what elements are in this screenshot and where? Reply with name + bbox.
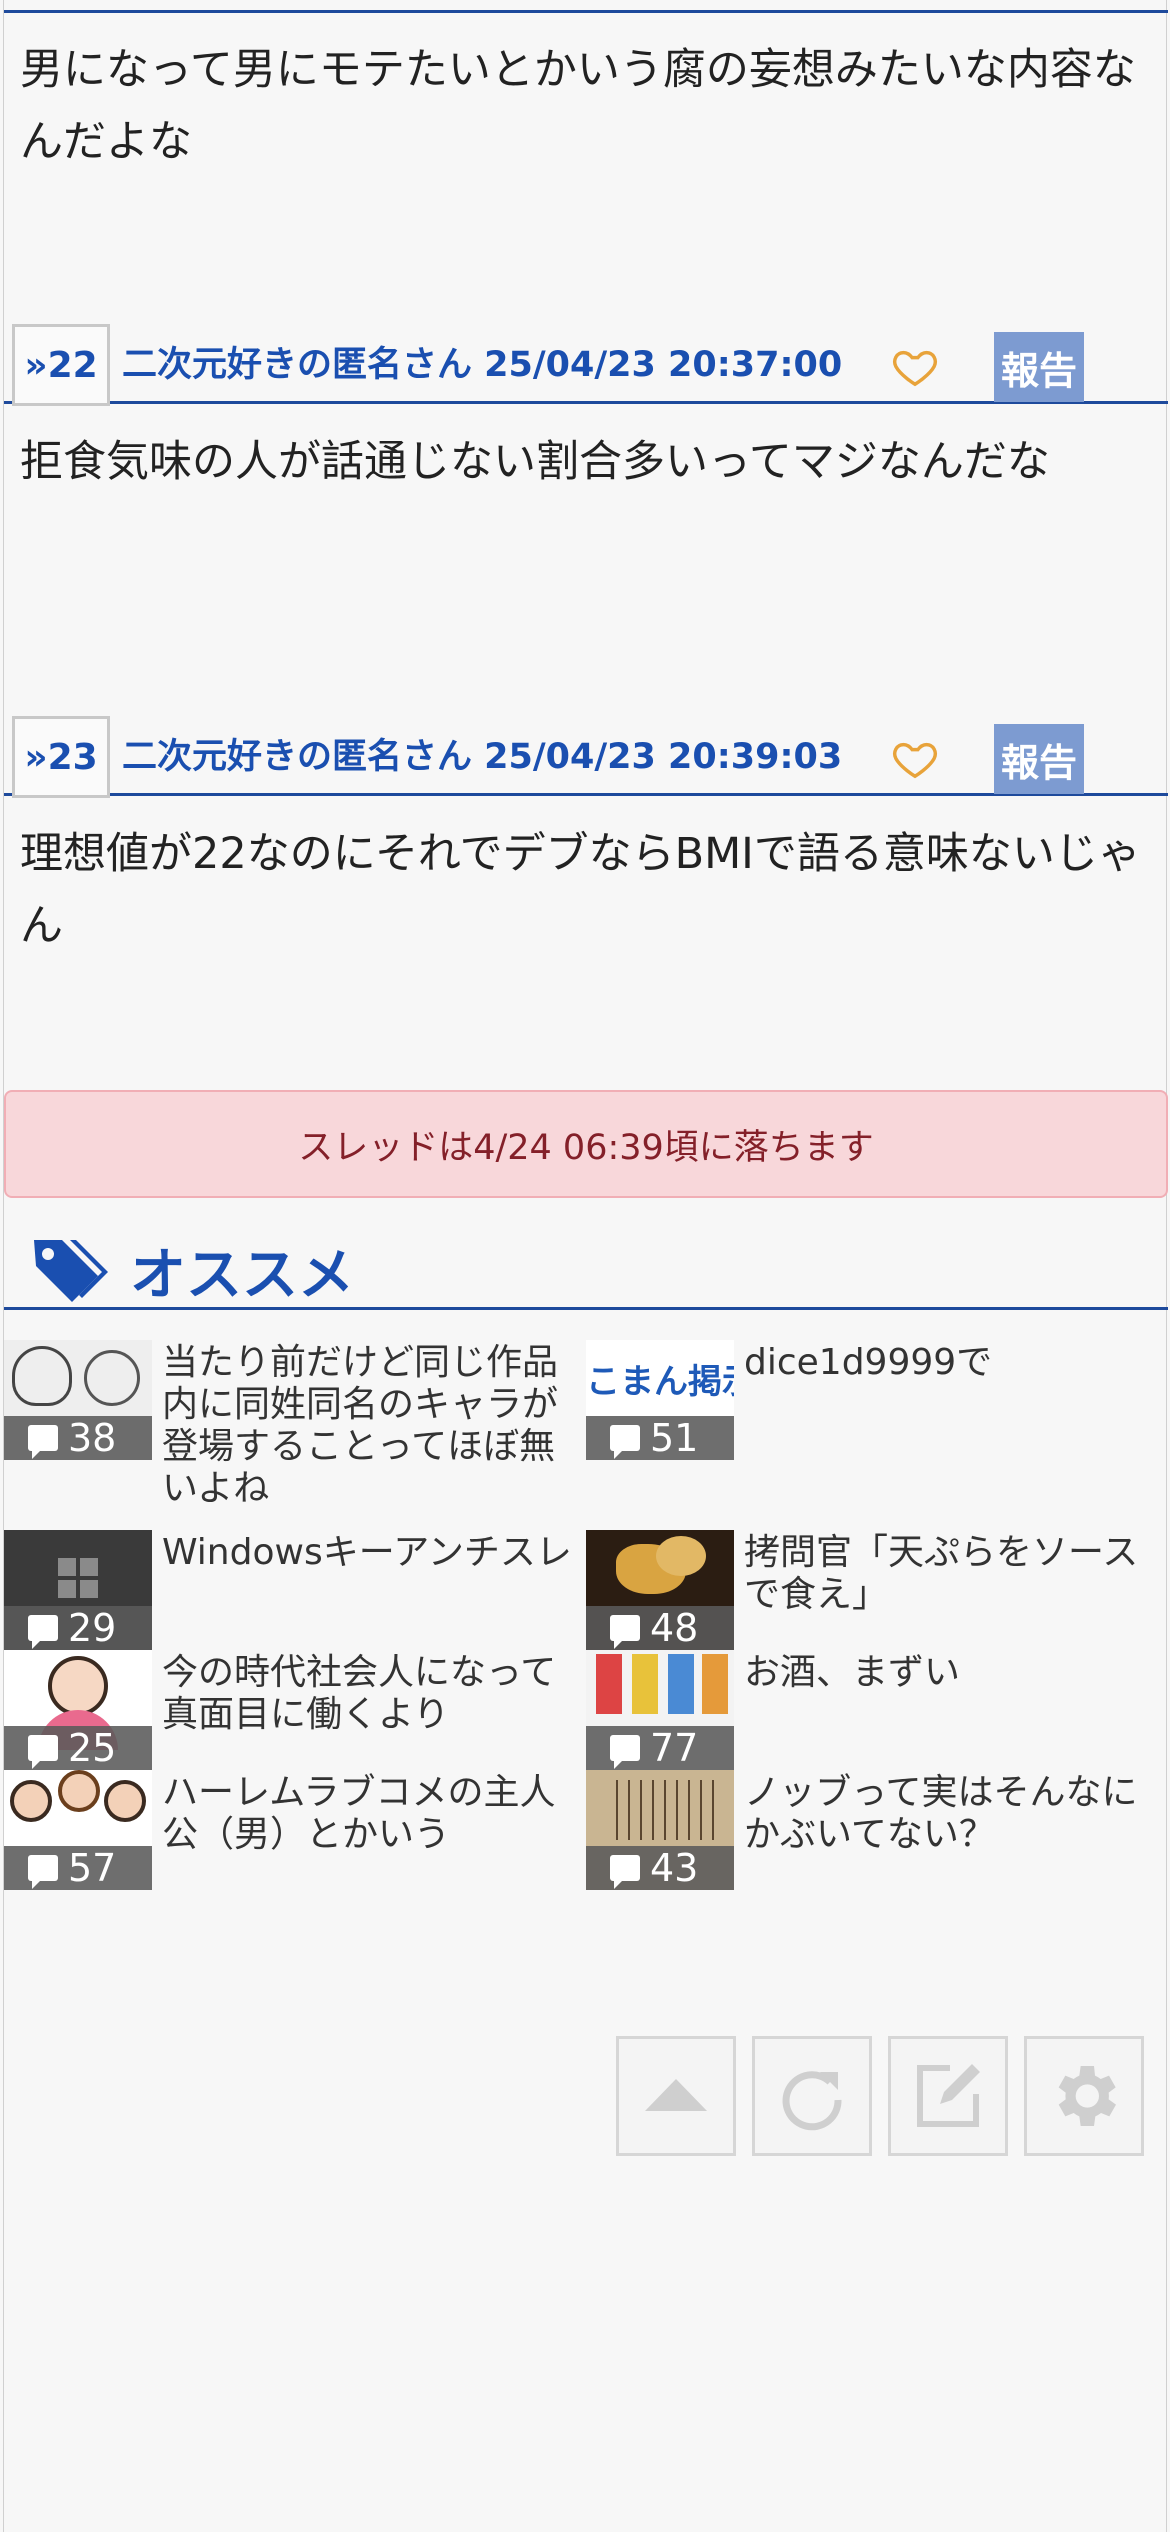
settings-button[interactable] bbox=[1024, 2036, 1144, 2156]
thumbnail-logo: こまん掲示 bbox=[586, 1362, 734, 1402]
recommend-item[interactable]: 29 Windowsキーアンチスレ bbox=[4, 1530, 584, 1650]
comment-count: 38 bbox=[4, 1416, 152, 1460]
post-header: »22 二次元好きの匿名さん 25/04/23 20:37:00 報告 bbox=[4, 314, 1168, 406]
compose-button[interactable] bbox=[888, 2036, 1008, 2156]
recommend-item[interactable]: 38 当たり前だけど同じ作品内に同姓同名のキャラが登場することってほぼ無いよね bbox=[4, 1340, 584, 1509]
comment-icon bbox=[28, 1615, 58, 1649]
edit-icon bbox=[917, 2064, 980, 2127]
caret-up-icon bbox=[645, 2079, 707, 2111]
refresh-icon bbox=[782, 2071, 842, 2131]
report-button[interactable]: 報告 bbox=[994, 724, 1084, 794]
reload-button[interactable] bbox=[752, 2036, 872, 2156]
recommend-item[interactable]: 77 お酒、まずい bbox=[586, 1650, 1166, 1770]
comment-icon bbox=[610, 1735, 640, 1769]
recommend-header: オススメ bbox=[4, 1222, 1168, 1310]
post-number-link[interactable]: »23 bbox=[12, 716, 110, 798]
scroll-top-button[interactable] bbox=[616, 2036, 736, 2156]
thumbnail: 25 bbox=[4, 1650, 152, 1770]
recommend-item[interactable]: 43 ノッブって実はそんなにかぶいてない？ bbox=[586, 1770, 1166, 1890]
post-author-date: 二次元好きの匿名さん 25/04/23 20:39:03 bbox=[122, 737, 843, 777]
thread-expiry-notice: スレッドは4/24 06:39頃に落ちます bbox=[4, 1090, 1168, 1198]
thumbnail: 38 bbox=[4, 1340, 152, 1460]
recommend-item-title: Windowsキーアンチスレ bbox=[162, 1532, 572, 1573]
thumbnail: 48 bbox=[586, 1530, 734, 1650]
recommend-item[interactable]: 57 ハーレムラブコメの主人公（男）とかいう bbox=[4, 1770, 584, 1890]
comment-icon bbox=[28, 1735, 58, 1769]
comment-count: 29 bbox=[4, 1606, 152, 1650]
gear-icon bbox=[1058, 2066, 1116, 2126]
thumbnail: 57 bbox=[4, 1770, 152, 1890]
recommend-title: オススメ bbox=[130, 1243, 354, 1308]
thumbnail: 43 bbox=[586, 1770, 734, 1890]
comment-count: 57 bbox=[4, 1846, 152, 1890]
recommend-item-title: ハーレムラブコメの主人公（男）とかいう bbox=[162, 1772, 556, 1855]
recommend-item-title: お酒、まずい bbox=[744, 1652, 961, 1693]
post-author-date: 二次元好きの匿名さん 25/04/23 20:37:00 bbox=[122, 345, 843, 385]
recommend-item[interactable]: 48 拷問官「天ぷらをソースで食え」 bbox=[586, 1530, 1166, 1650]
post-body: 理想値が22なのにそれでデブならBMIで語る意味ないじゃん bbox=[20, 829, 1141, 951]
divider bbox=[4, 10, 1168, 13]
comment-icon bbox=[610, 1615, 640, 1649]
comment-count: 43 bbox=[586, 1846, 734, 1890]
comment-count: 25 bbox=[4, 1726, 152, 1770]
recommend-item[interactable]: こまん掲示 51 dice1d9999で bbox=[586, 1340, 1166, 1460]
comment-icon bbox=[28, 1855, 58, 1889]
comment-count: 77 bbox=[586, 1726, 734, 1770]
thumbnail: こまん掲示 51 bbox=[586, 1340, 734, 1460]
heart-icon[interactable] bbox=[892, 736, 938, 782]
heart-icon[interactable] bbox=[892, 344, 938, 390]
post-body: 拒食気味の人が話通じない割合多いってマジなんだな bbox=[20, 437, 1050, 487]
recommend-item-title: dice1d9999で bbox=[744, 1342, 993, 1383]
comment-icon bbox=[610, 1425, 640, 1459]
comment-icon bbox=[610, 1855, 640, 1889]
recommend-item-title: 拷問官「天ぷらをソースで食え」 bbox=[744, 1532, 1139, 1615]
post-body: 男になって男にモテたいとかいう腐の妄想みたいな内容なんだよな bbox=[20, 45, 1136, 167]
comment-count: 48 bbox=[586, 1606, 734, 1650]
post-number-link[interactable]: »22 bbox=[12, 324, 110, 406]
thumbnail: 77 bbox=[586, 1650, 734, 1770]
thread-page: 男になって男にモテたいとかいう腐の妄想みたいな内容なんだよな »22 二次元好き… bbox=[3, 0, 1168, 2532]
comment-count: 51 bbox=[586, 1416, 734, 1460]
post-header: »23 二次元好きの匿名さん 25/04/23 20:39:03 報告 bbox=[4, 706, 1168, 798]
tag-icon bbox=[34, 1240, 108, 1302]
report-button[interactable]: 報告 bbox=[994, 332, 1084, 402]
recommend-item-title: 当たり前だけど同じ作品内に同姓同名のキャラが登場することってほぼ無いよね bbox=[162, 1342, 559, 1509]
recommend-item-title: ノッブって実はそんなにかぶいてない？ bbox=[744, 1772, 1138, 1855]
thumbnail: 29 bbox=[4, 1530, 152, 1650]
comment-icon bbox=[28, 1425, 58, 1459]
recommend-item-title: 今の時代社会人になって真面目に働くより bbox=[162, 1652, 557, 1735]
recommend-item[interactable]: 25 今の時代社会人になって真面目に働くより bbox=[4, 1650, 584, 1770]
